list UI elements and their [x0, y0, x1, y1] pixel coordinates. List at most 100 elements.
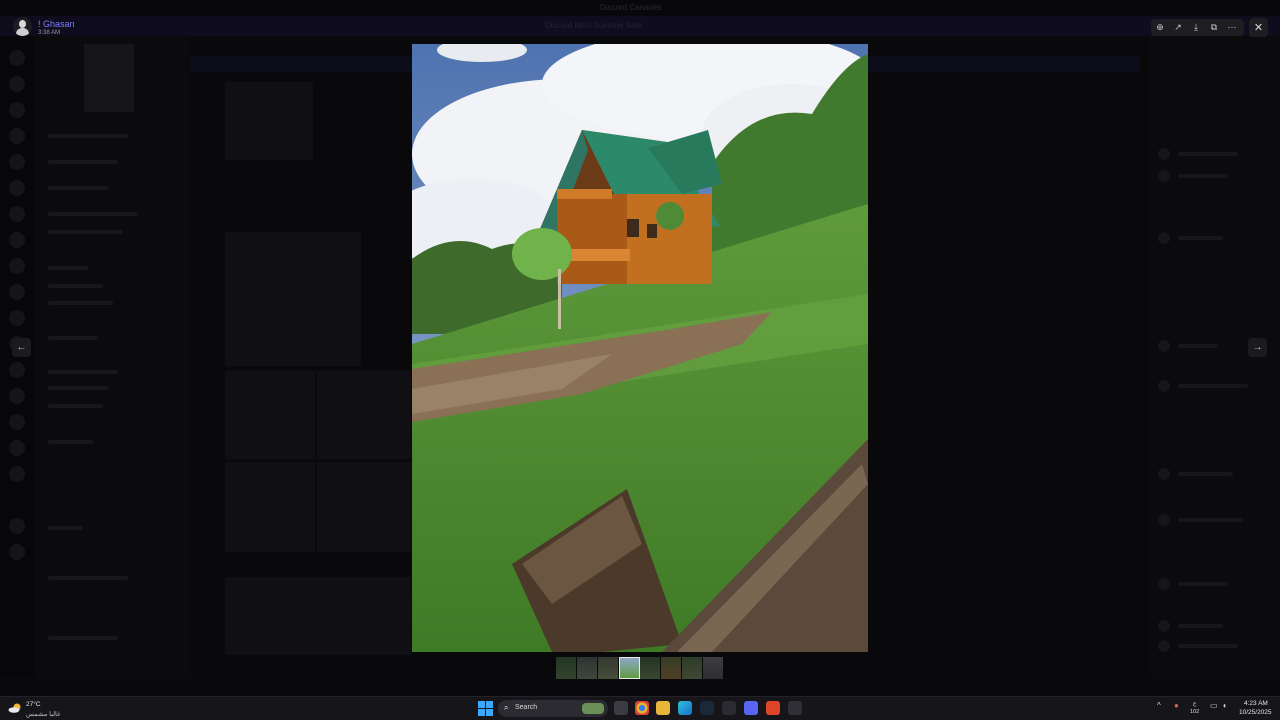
forward-icon[interactable]: ↗: [1169, 19, 1187, 36]
media-tile: [224, 231, 362, 367]
thumbnail[interactable]: [598, 657, 619, 679]
thumbnail[interactable]: [577, 657, 598, 679]
member-name: [1178, 644, 1238, 648]
close-icon[interactable]: ✕: [1249, 18, 1268, 37]
taskbar-search[interactable]: ⌕ Search: [498, 700, 608, 717]
channel-item: [48, 636, 118, 640]
channel-item: [48, 266, 88, 270]
member-name: [1178, 518, 1243, 522]
previous-image-button[interactable]: ←: [12, 338, 31, 357]
window-title: Discord Canaries: [600, 3, 662, 12]
volume-icon[interactable]: ◖: [1222, 702, 1227, 710]
message-timestamp: 3:38 AM: [38, 30, 61, 36]
server-banner: [84, 44, 134, 112]
server-icon: [9, 258, 25, 274]
media-tile: [224, 576, 412, 656]
server-icon: [9, 50, 25, 66]
taskbar: 27°C غالبا مشمس ⌕ Search ^ ● ع 102 ▭ ◖ 4…: [0, 696, 1280, 720]
channel-item: [48, 134, 128, 138]
member-avatar: [1158, 170, 1170, 182]
server-icon: [9, 102, 25, 118]
settings-icon[interactable]: [722, 701, 736, 715]
screen: Discord Canaries Discord Nitro Summer Sa…: [0, 0, 1280, 720]
thumbnail[interactable]: [703, 657, 724, 679]
open-external-icon[interactable]: ⧉: [1205, 19, 1223, 36]
author-avatar[interactable]: [13, 17, 32, 36]
tray-overflow-chevron[interactable]: ^: [1157, 702, 1161, 710]
weather-description: غالبا مشمس: [26, 711, 61, 718]
start-icon[interactable]: [478, 701, 493, 716]
microphone-icon[interactable]: ●: [1174, 702, 1179, 710]
member-avatar: [1158, 578, 1170, 590]
thumbnail[interactable]: [640, 657, 661, 679]
more-icon[interactable]: ⋯: [1223, 19, 1241, 36]
member-avatar: [1158, 620, 1170, 632]
server-icon: [9, 544, 25, 560]
thumbnail[interactable]: [682, 657, 703, 679]
media-tile: [224, 81, 314, 161]
language-glyph: ع: [1192, 701, 1197, 707]
server-icon: [9, 414, 25, 430]
channel-item: [48, 404, 103, 408]
server-icon: [9, 466, 25, 482]
avatar-body: [16, 28, 29, 36]
app-icon[interactable]: [788, 701, 802, 715]
channel-item: [48, 576, 128, 580]
media-tile: [316, 461, 412, 553]
network-icon[interactable]: ▭: [1210, 702, 1218, 710]
language-code: 102: [1190, 709, 1200, 715]
channel-item: [48, 212, 138, 216]
partly-sunny-icon: [8, 703, 21, 713]
media-tile: [224, 461, 316, 553]
channel-item: [48, 370, 118, 374]
member-avatar: [1158, 148, 1170, 160]
task-view-icon[interactable]: [614, 701, 628, 715]
next-image-button[interactable]: →: [1248, 338, 1267, 357]
search-icon: ⌕: [504, 703, 509, 712]
channel-list: [34, 36, 190, 676]
chrome-icon[interactable]: [635, 701, 649, 715]
download-icon[interactable]: ⤓: [1187, 19, 1205, 36]
search-label: Search: [515, 704, 538, 711]
clock-time[interactable]: 4:23 AM: [1244, 700, 1268, 707]
author-name[interactable]: ! Ghasan: [38, 19, 75, 29]
viewer-image[interactable]: [412, 44, 868, 652]
viewer-toolbar: ⊕ ↗ ⤓ ⧉ ⋯: [1151, 19, 1244, 36]
thumbnail-strip: [556, 657, 724, 679]
server-icon: [9, 180, 25, 196]
member-avatar: [1158, 340, 1170, 352]
thumbnail[interactable]: [556, 657, 577, 679]
language-indicator[interactable]: ع 102: [1190, 700, 1199, 716]
server-icon: [9, 154, 25, 170]
discord-icon[interactable]: [744, 701, 758, 715]
steam-icon[interactable]: [700, 701, 714, 715]
member-name: [1178, 472, 1233, 476]
thumbnail[interactable]: [661, 657, 682, 679]
brave-icon[interactable]: [766, 701, 780, 715]
member-name: [1178, 582, 1228, 586]
member-avatar: [1158, 514, 1170, 526]
zoom-icon[interactable]: ⊕: [1151, 19, 1169, 36]
server-icon: [9, 76, 25, 92]
channel-item: [48, 336, 98, 340]
weather-widget[interactable]: 27°C غالبا مشمس: [6, 699, 66, 719]
member-avatar: [1158, 380, 1170, 392]
member-avatar: [1158, 640, 1170, 652]
weather-temperature: 27°C: [26, 701, 41, 708]
channel-item: [48, 301, 113, 305]
member-avatar: [1158, 232, 1170, 244]
file-explorer-icon[interactable]: [656, 701, 670, 715]
member-avatar: [1158, 468, 1170, 480]
channel-item: [48, 526, 83, 530]
channel-item: [48, 160, 118, 164]
channel-item: [48, 186, 108, 190]
member-name: [1178, 236, 1223, 240]
server-icon: [9, 440, 25, 456]
thumbnail-active[interactable]: [619, 657, 640, 679]
server-icon: [9, 284, 25, 300]
server-icon: [9, 388, 25, 404]
clock-date[interactable]: 10/25/2025: [1239, 709, 1272, 716]
edge-icon[interactable]: [678, 701, 692, 715]
search-highlight-image: [582, 703, 604, 714]
photo-cabin-meadow: [412, 44, 868, 652]
